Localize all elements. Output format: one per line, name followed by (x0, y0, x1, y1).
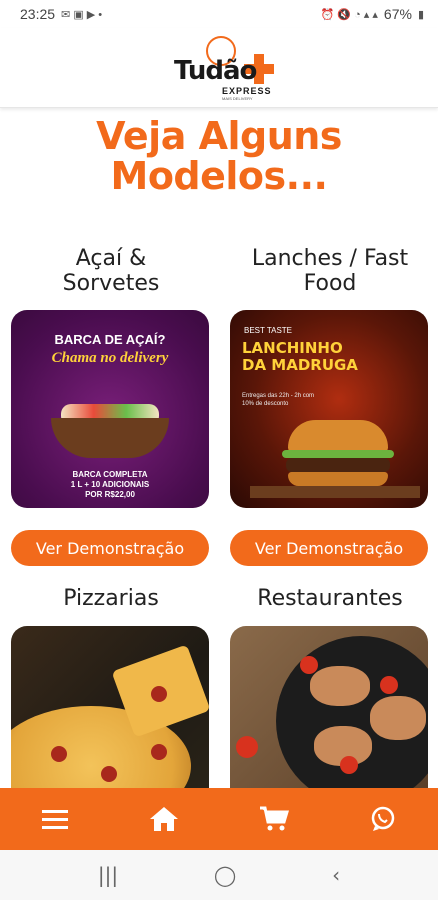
grilled-meat (370, 696, 426, 740)
pepperoni (51, 746, 67, 762)
home-icon[interactable] (110, 788, 220, 850)
logo-tagline: MAIS DELIVERY (222, 96, 253, 101)
cherry-tomato (380, 676, 398, 694)
back-icon[interactable]: ‹ (332, 863, 340, 887)
acai-promo-image[interactable]: BARCA DE AÇAÍ? Chama no delivery BARCA C… (11, 310, 209, 508)
home-circle-icon[interactable]: ◯ (214, 863, 236, 887)
promo-offer: BARCA COMPLETA 1 L + 10 ADICIONAIS POR R… (11, 470, 209, 500)
card-title-line1: Açaí & (75, 246, 147, 271)
wooden-board (250, 486, 420, 498)
grilled-meat (310, 666, 370, 706)
pepperoni (151, 686, 167, 702)
view-demo-button-acai[interactable]: Ver Demonstração (11, 530, 209, 566)
site-header: Tudão EXPRESS MAIS DELIVERY (0, 28, 438, 108)
burger-bun-top (288, 420, 388, 452)
promo-headline: BARCA DE AÇAÍ? (54, 332, 166, 347)
offer-line2: 1 L + 10 ADICIONAIS (70, 480, 150, 489)
card-title-line2: Food (303, 271, 357, 296)
offer-line3: POR R$22,00 (85, 490, 135, 499)
system-navigation-bar: ||| ◯ ‹ (0, 850, 438, 900)
card-title-line2: Sorvetes (62, 271, 160, 296)
view-demo-button-lanches[interactable]: Ver Demonstração (230, 530, 428, 566)
menu-icon[interactable] (0, 788, 110, 850)
headline-line1: LANCHINHO (242, 339, 343, 357)
card-title-line1: Lanches / Fast (251, 246, 409, 271)
details-line2: 10% de desconto (242, 401, 289, 407)
logo-subtext: EXPRESS (222, 86, 272, 96)
tomato (236, 736, 258, 758)
promo-tag: BEST TASTE (244, 326, 293, 335)
pizza-image[interactable] (11, 626, 209, 796)
details-line1: Entregas das 22h - 2h com (242, 393, 315, 399)
burger-bun-bottom (288, 472, 388, 486)
status-left: 23:25 ✉ ▣ ▶ • (20, 6, 102, 22)
cherry-tomato (300, 656, 318, 674)
brand-logo[interactable]: Tudão EXPRESS MAIS DELIVERY (170, 34, 280, 101)
logo-text: Tudão (174, 56, 257, 86)
page-title: Veja Alguns Modelos... (0, 116, 438, 196)
bottom-navigation (0, 788, 438, 850)
acai-boat (51, 418, 169, 458)
page-title-line1: Veja Alguns (96, 114, 342, 158)
card-title: Pizzarias (63, 586, 159, 611)
restaurant-image[interactable] (230, 626, 428, 796)
model-card-restaurantes: Restaurantes (230, 586, 430, 796)
battery-level: 67% (383, 6, 412, 22)
signal-icons: ⏰ 🔇 ◔ ▴ ▴ (320, 8, 378, 21)
burger-lettuce (282, 450, 394, 458)
burger-patty (286, 458, 390, 472)
model-card-acai: Açaí & Sorvetes BARCA DE AÇAÍ? Chama no … (11, 246, 211, 566)
promo-details: Entregas das 22h - 2h com 10% de descont… (242, 392, 314, 408)
cherry-tomato (340, 756, 358, 774)
offer-line1: BARCA COMPLETA (72, 470, 148, 479)
status-bar: 23:25 ✉ ▣ ▶ • ⏰ 🔇 ◔ ▴ ▴ 67% ▮ (0, 0, 438, 28)
recents-icon[interactable]: ||| (98, 863, 118, 887)
promo-subheadline: Chama no delivery (51, 350, 169, 366)
status-right: ⏰ 🔇 ◔ ▴ ▴ 67% ▮ (321, 6, 424, 22)
burger-promo-image[interactable]: BEST TASTE LANCHINHO DA MADRUGA Entregas… (230, 310, 428, 508)
status-time: 23:25 (20, 6, 56, 22)
headline-line2: DA MADRUGA (242, 356, 358, 374)
model-card-lanches: Lanches / Fast Food BEST TASTE LANCHINHO… (230, 246, 430, 566)
cart-icon[interactable] (219, 788, 329, 850)
pepperoni (101, 766, 117, 782)
card-title: Lanches / Fast Food (230, 246, 430, 296)
notification-icons: ✉ ▣ ▶ • (61, 8, 103, 21)
card-title: Açaí & Sorvetes (11, 246, 211, 296)
battery-icon: ▮ (417, 8, 424, 21)
whatsapp-icon[interactable] (329, 788, 438, 850)
model-card-pizzarias: Pizzarias (11, 586, 211, 796)
promo-headline: LANCHINHO DA MADRUGA (242, 340, 358, 374)
pepperoni (151, 744, 167, 760)
page-title-line2: Modelos... (110, 154, 328, 198)
card-title: Restaurantes (257, 586, 403, 611)
